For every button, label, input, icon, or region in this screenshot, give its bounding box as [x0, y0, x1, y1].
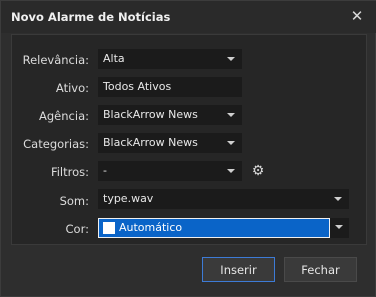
agencia-value: BlackArrow News: [103, 108, 198, 121]
ativo-input[interactable]: Todos Ativos: [98, 77, 242, 97]
ativo-label: Ativo:: [55, 81, 89, 95]
filtros-label: Filtros:: [50, 165, 89, 179]
som-select[interactable]: type.wav: [98, 189, 349, 209]
color-swatch: [103, 222, 115, 234]
categorias-label: Categorias:: [23, 137, 89, 151]
chevron-down-icon: [334, 197, 342, 201]
relevancia-value: Alta: [103, 52, 125, 65]
agencia-select[interactable]: BlackArrow News: [98, 105, 242, 125]
chevron-down-icon: [227, 169, 235, 173]
insert-button[interactable]: Inserir: [202, 257, 275, 282]
gear-icon[interactable]: ⚙: [251, 164, 265, 178]
categorias-value: BlackArrow News: [103, 136, 198, 149]
cor-value: Automático: [119, 221, 183, 234]
som-value: type.wav: [103, 192, 154, 205]
chevron-down-icon: [227, 113, 235, 117]
relevancia-label: Relevância:: [22, 53, 89, 67]
ativo-value: Todos Ativos: [103, 80, 172, 93]
agencia-label: Agência:: [39, 109, 89, 123]
cor-label: Cor:: [65, 222, 89, 236]
som-label: Som:: [59, 194, 89, 208]
chevron-down-icon: [335, 225, 343, 229]
categorias-select[interactable]: BlackArrow News: [98, 133, 242, 153]
filtros-select[interactable]: -: [98, 161, 242, 181]
chevron-down-icon: [227, 141, 235, 145]
cor-select[interactable]: Automático: [98, 218, 330, 238]
relevancia-select[interactable]: Alta: [98, 49, 242, 69]
news-alarm-dialog: Novo Alarme de Notícias ✕ Relevância: Al…: [0, 0, 376, 297]
dialog-title: Novo Alarme de Notícias: [11, 10, 171, 24]
close-icon[interactable]: ✕: [347, 6, 367, 26]
title-bar: Novo Alarme de Notícias ✕: [1, 1, 376, 33]
cor-dropdown-button[interactable]: [330, 218, 349, 238]
filtros-value: -: [103, 164, 107, 177]
close-button[interactable]: Fechar: [284, 257, 357, 282]
chevron-down-icon: [227, 57, 235, 61]
